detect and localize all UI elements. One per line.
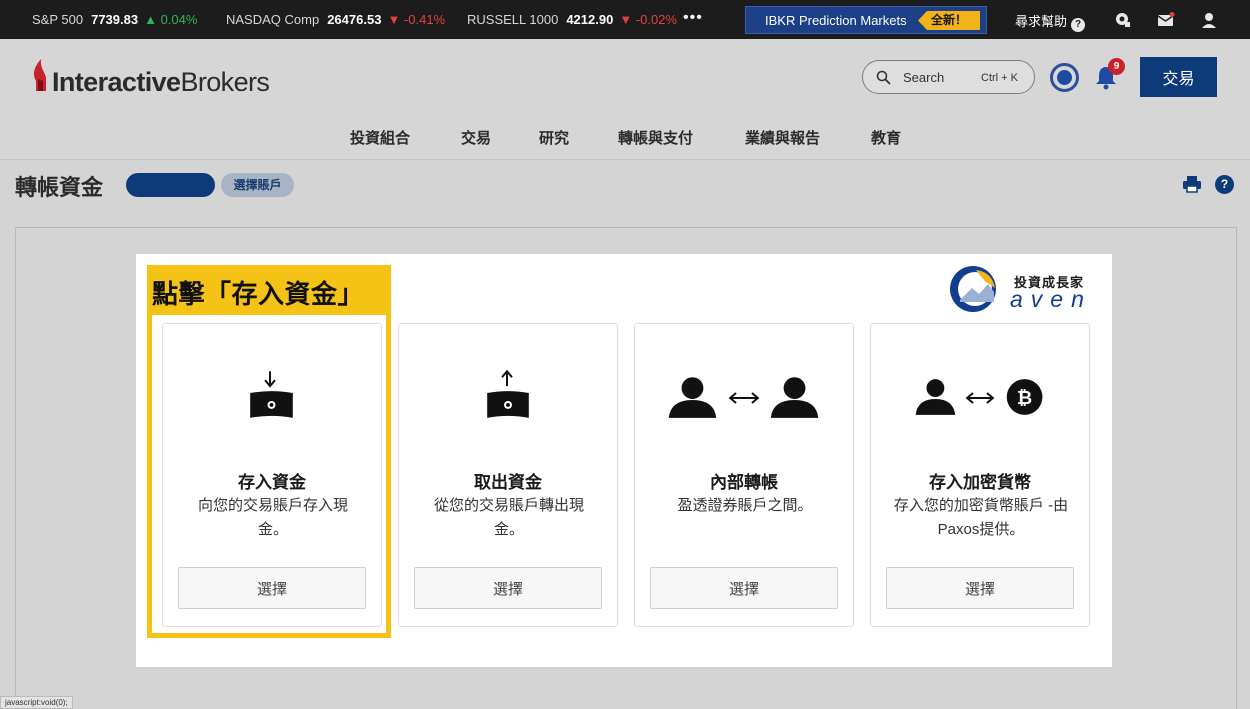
ticker-name: RUSSELL 1000 [467,12,559,27]
ticker-change: ▼ -0.41% [387,12,446,27]
search-icon [876,70,891,85]
nav-item-portfolio[interactable]: 投資組合 [350,127,410,148]
highlight-caption: 點擊「存入資金」 [152,279,365,309]
ticker-change: ▲ 0.04% [144,12,198,27]
user-account-icon[interactable] [1200,11,1218,29]
new-badge: 全新！ [918,11,980,30]
help-label: 尋求幫助 [1015,14,1068,29]
internal-transfer-card[interactable]: 內部轉帳 盈透證券賬戶之間。 選擇 [634,323,854,627]
notification-count-badge: 9 [1108,58,1125,75]
search-shortcut: Ctrl + K [981,72,1018,84]
page-help-icon[interactable]: ? [1215,175,1234,194]
nav-item-transfer-pay[interactable]: 轉帳與支付 [618,127,693,148]
card-title: 內部轉帳 [710,473,778,492]
brand-name: aven [1010,286,1092,312]
question-icon: ? [1071,18,1086,32]
select-account-button[interactable]: 選擇賬戶 [221,173,294,197]
card-description: 從您的交易賬戶轉出現金。 [433,497,584,538]
nav-item-education[interactable]: 教育 [871,127,901,148]
internal-transfer-select-button[interactable]: 選擇 [650,567,838,609]
logo-wordmark: InteractiveBrokers [52,67,270,97]
card-description: 盈透證券賬戶之間。 [677,497,813,514]
card-title: 存入加密貨幣 [929,473,1031,492]
card-description: 存入您的加密貨幣賬戶 -由Paxos提供。 [893,497,1069,538]
mail-icon[interactable] [1157,11,1175,29]
svg-text:₿: ₿ [1017,388,1032,409]
nav-item-trade[interactable]: 交易 [461,127,491,148]
status-ring-icon[interactable] [1050,63,1079,92]
aven-logo-icon [950,266,996,312]
chat-support-icon[interactable] [1114,11,1132,29]
ticker-item-sp500[interactable]: S&P 500 7739.83 ▲ 0.04% [32,12,197,27]
crypto-deposit-card[interactable]: ₿ 存入加密貨幣 存入您的加密貨幣賬戶 -由Paxos提供。 選擇 [870,323,1090,627]
crypto-deposit-icon: ₿ [915,379,1043,415]
search-label: Search [903,70,945,85]
aven-brand-logo: 投資成長家 aven [948,262,1100,314]
ticker-name: NASDAQ Comp [226,12,320,27]
ticker-name: S&P 500 [32,12,84,27]
deposit-highlight-frame [147,265,391,638]
withdraw-funds-card[interactable]: 取出資金 從您的交易賬戶轉出現金。 選擇 [398,323,618,627]
help-link[interactable]: 尋求幫助? [1015,11,1086,32]
withdraw-money-icon [487,369,529,418]
ticker-change: ▼ -0.02% [619,12,677,27]
browser-status-bar: javascript:void(0); [0,696,73,709]
ticker-value: 7739.83 [91,12,139,27]
withdraw-select-button[interactable]: 選擇 [414,567,602,609]
ticker-item-nasdaq[interactable]: NASDAQ Comp 26476.53 ▼ -0.41% [226,12,445,27]
current-account-pill[interactable] [126,173,215,197]
nav-item-performance-reports[interactable]: 業績與報告 [745,127,820,148]
market-ticker-bar: S&P 500 7739.83 ▲ 0.04% NASDAQ Comp 26476.5… [0,0,1250,39]
ticker-item-russell[interactable]: RUSSELL 1000 4212.90 ▼ -0.02% [467,12,677,27]
notifications-button[interactable]: 9 [1094,58,1125,92]
internal-transfer-icon [668,377,819,418]
search-box[interactable]: Search Ctrl + K [862,60,1035,94]
print-icon[interactable] [1182,175,1202,193]
ticker-value: 26476.53 [327,12,382,27]
main-header: InteractiveBrokers Search Ctrl + K 9 交易 … [0,39,1250,160]
nav-item-research[interactable]: 研究 [539,127,569,148]
page-title: 轉帳資金 [15,175,104,200]
prediction-markets-banner[interactable]: IBKR Prediction Markets 全新！ [745,6,987,34]
ib-flame-icon [33,59,46,91]
ticker-more-button[interactable]: ••• [683,9,703,27]
card-title: 取出資金 [474,473,542,492]
ticker-value: 4212.90 [566,12,614,27]
crypto-select-button[interactable]: 選擇 [886,567,1074,609]
trade-button[interactable]: 交易 [1140,57,1217,97]
promo-label: IBKR Prediction Markets [765,13,907,28]
